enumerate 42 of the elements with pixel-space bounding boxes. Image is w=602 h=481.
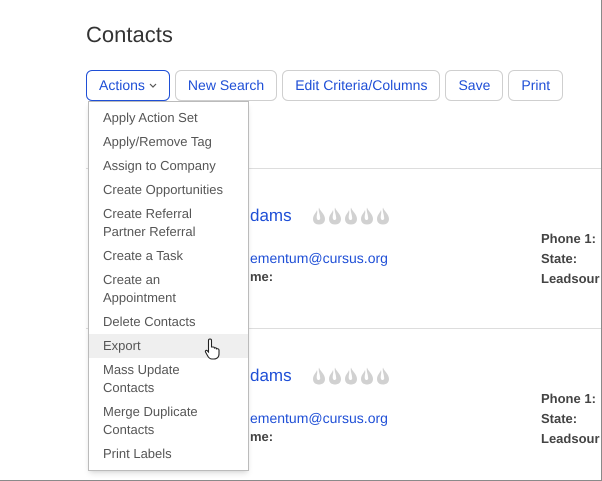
menu-item[interactable]: Delete Contacts: [89, 310, 248, 334]
toolbar-button[interactable]: Save: [445, 70, 504, 101]
flame-icon: [328, 366, 342, 385]
actions-dropdown[interactable]: Actions: [86, 70, 170, 101]
field-label: Leadsour: [541, 270, 600, 288]
menu-item[interactable]: Export: [89, 334, 248, 358]
menu-item[interactable]: Create a Task: [89, 244, 248, 268]
contact-name[interactable]: dams: [250, 363, 292, 388]
field-label: Phone 1:: [541, 230, 597, 248]
menu-item[interactable]: Assign to Company: [89, 154, 248, 178]
flame-icon: [312, 206, 326, 225]
menu-item[interactable]: Merge Duplicate Contacts: [89, 400, 248, 442]
contact-email[interactable]: ementum@cursus.org: [250, 408, 541, 426]
flame-icon: [344, 366, 358, 385]
menu-item[interactable]: Create Referral Partner Referral: [89, 202, 248, 244]
flame-icon: [376, 366, 390, 385]
flame-icon: [360, 366, 374, 385]
flame-icon: [376, 206, 390, 225]
contact-email[interactable]: ementum@cursus.org: [250, 248, 541, 266]
flame-icon: [312, 366, 326, 385]
menu-item[interactable]: Print Labels: [89, 442, 248, 466]
menu-item[interactable]: Create an Appointment: [89, 268, 248, 310]
flame-icon: [360, 206, 374, 225]
contact-name[interactable]: dams: [250, 203, 292, 228]
toolbar-button[interactable]: Print: [508, 70, 564, 101]
field-label: me:: [250, 268, 274, 286]
flame-icon: [328, 206, 342, 225]
flame-icon: [344, 206, 358, 225]
menu-item[interactable]: Mass Update Contacts: [89, 358, 248, 400]
page-title: Contacts: [86, 22, 174, 48]
field-label: Leadsour: [541, 430, 600, 448]
menu-item[interactable]: Apply/Remove Tag: [89, 130, 248, 154]
field-label: State:: [541, 410, 578, 428]
menu-item[interactable]: Create Opportunities: [89, 178, 248, 202]
hand-cursor-icon: [204, 338, 222, 360]
menu-item[interactable]: Apply Action Set: [89, 106, 248, 130]
toolbar-button[interactable]: New Search: [174, 70, 278, 101]
chevron-icon: [148, 83, 157, 88]
field-label: me:: [250, 428, 274, 446]
field-label: Phone 1:: [541, 390, 597, 408]
toolbar-button[interactable]: Edit Criteria/Columns: [282, 70, 440, 101]
field-label: State:: [541, 250, 578, 268]
